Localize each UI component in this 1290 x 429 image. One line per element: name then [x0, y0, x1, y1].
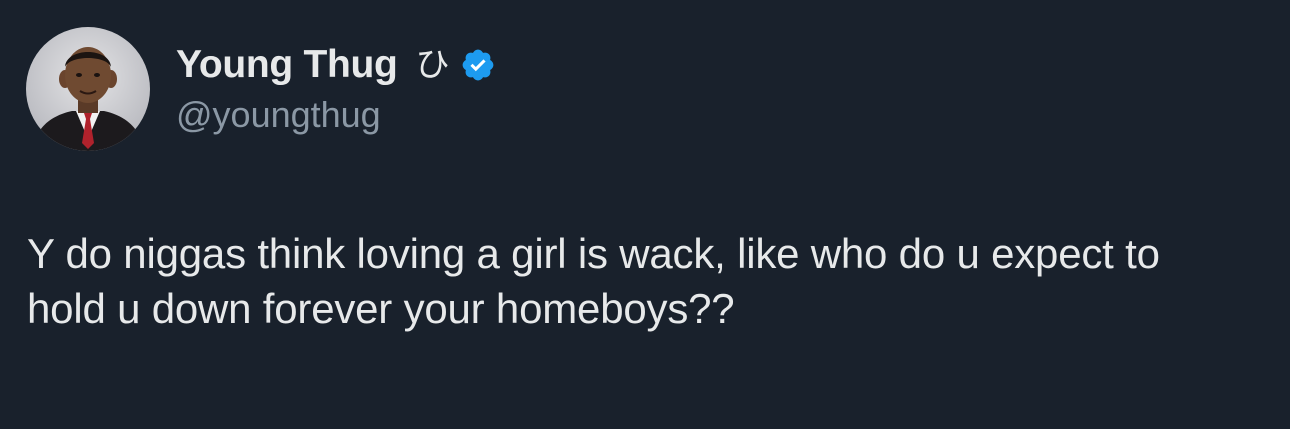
tweet-card: Young Thug ひ @youngthug Y do niggas thin… — [0, 0, 1290, 429]
avatar[interactable] — [26, 27, 150, 151]
author-handle[interactable]: @youngthug — [176, 94, 381, 136]
tweet-text: Y do niggas think loving a girl is wack,… — [27, 230, 1160, 332]
author-display-name[interactable]: Young Thug — [176, 43, 398, 87]
verified-badge-icon — [460, 47, 496, 83]
avatar-photo-icon — [26, 27, 150, 151]
author-name-row: Young Thug ひ — [176, 38, 496, 92]
author-name-glyph: ひ — [415, 45, 450, 85]
